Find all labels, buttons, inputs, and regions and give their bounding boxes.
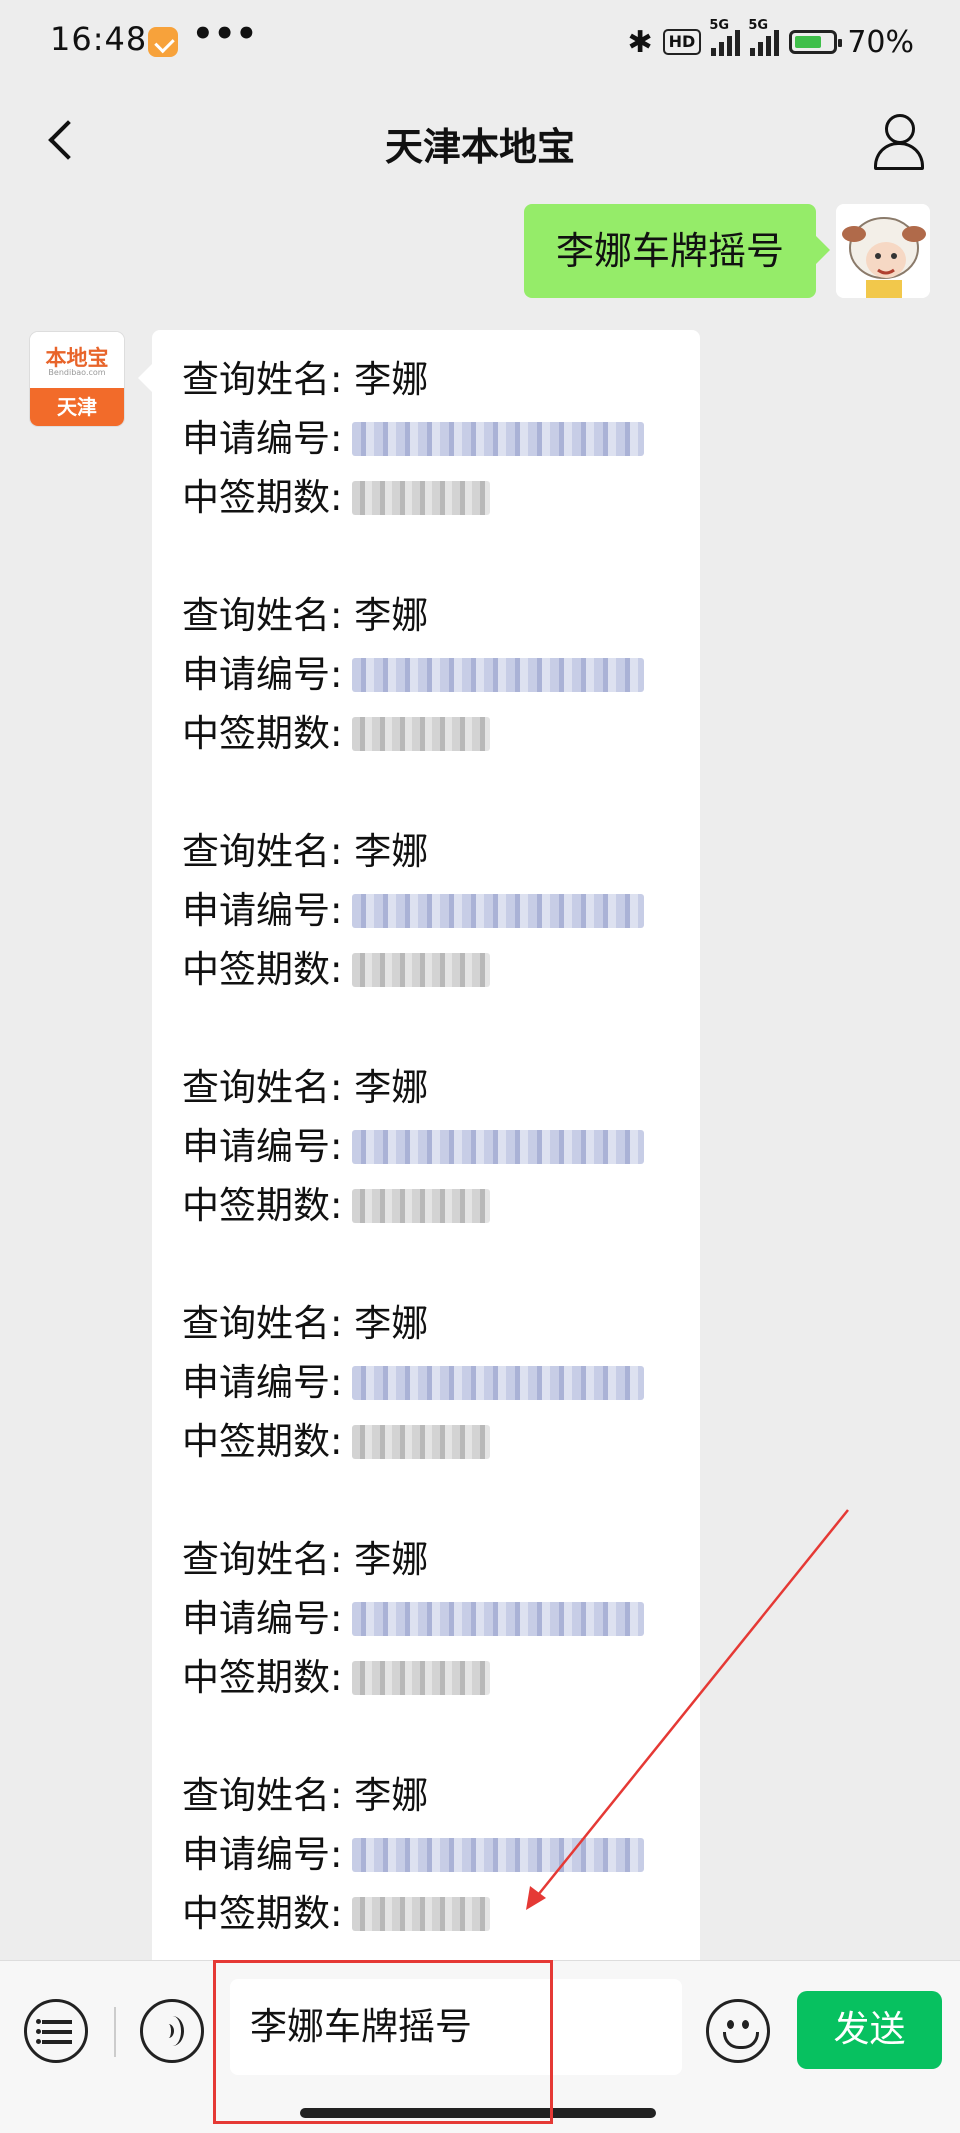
emoji-icon[interactable] (706, 1999, 770, 2063)
lottery-record: 查询姓名: 李娜 申请编号: 中签期数: (182, 822, 670, 999)
apply-number-label: 申请编号: (182, 889, 343, 932)
menu-list-icon[interactable] (24, 1999, 88, 2063)
blurred-apply-number (352, 893, 645, 928)
my-avatar[interactable] (836, 204, 930, 298)
signal-icon: 5G (709, 18, 741, 56)
name-value: 李娜 (354, 1538, 429, 1581)
blurred-period (352, 1188, 491, 1223)
name-label: 查询姓名: (182, 1066, 343, 1109)
period-label: 中签期数: (182, 948, 343, 991)
page-title: 天津本地宝 (384, 125, 575, 169)
message-input[interactable]: 李娜车牌摇号 (230, 1979, 682, 2075)
blurred-period (352, 480, 491, 515)
bot-avatar-city: 天津 (30, 388, 124, 426)
name-label: 查询姓名: (182, 1774, 343, 1817)
apply-number-label: 申请编号: (182, 417, 343, 460)
period-label: 中签期数: (182, 1892, 343, 1935)
send-button[interactable]: 发送 (797, 1991, 942, 2069)
period-label: 中签期数: (182, 1656, 343, 1699)
name-value: 李娜 (354, 594, 429, 637)
app-notification-icon (148, 27, 178, 57)
received-message-bubble[interactable]: 查询姓名: 李娜 申请编号: 中签期数: 查询姓名: 李娜 申请编号: 中签期数… (138, 330, 700, 1960)
period-label: 中签期数: (182, 1420, 343, 1463)
period-label: 中签期数: (182, 476, 343, 519)
apply-number-label: 申请编号: (182, 1361, 343, 1404)
name-label: 查询姓名: (182, 1302, 343, 1345)
signal-icon-2: 5G (748, 18, 780, 56)
chat-area[interactable]: 李娜车牌摇号 本地宝 Bendibao.com 天津 查询姓名: 李娜 申请编号… (0, 196, 960, 1960)
status-bar: 16:48 ••• ✱ HD 5G 5G 70% (0, 0, 960, 86)
sent-message-bubble[interactable]: 李娜车牌摇号 (523, 204, 831, 298)
blurred-apply-number (352, 657, 645, 692)
name-label: 查询姓名: (182, 594, 343, 637)
blurred-apply-number (352, 1601, 645, 1636)
blurred-apply-number (352, 1365, 645, 1400)
blurred-apply-number (352, 1129, 645, 1164)
name-value: 李娜 (354, 1774, 429, 1817)
status-indicators: ✱ HD 5G 5G 70% (627, 18, 915, 62)
lottery-record: 查询姓名: 李娜 申请编号: 中签期数: (182, 350, 670, 527)
lottery-record: 查询姓名: 李娜 申请编号: 中签期数: (182, 1530, 670, 1707)
lottery-record: 查询姓名: 李娜 申请编号: 中签期数: (182, 1294, 670, 1471)
apply-number-label: 申请编号: (182, 1833, 343, 1876)
blurred-apply-number (352, 421, 645, 456)
lottery-record: 查询姓名: 李娜 申请编号: 中签期数: (182, 1766, 670, 1943)
name-label: 查询姓名: (182, 1538, 343, 1581)
nav-bar: 天津本地宝 (0, 86, 960, 196)
divider (114, 2007, 116, 2057)
lottery-record: 查询姓名: 李娜 申请编号: 中签期数: (182, 1058, 670, 1235)
battery-icon (789, 30, 843, 54)
name-label: 查询姓名: (182, 830, 343, 873)
battery-percent: 70% (847, 24, 914, 60)
period-label: 中签期数: (182, 712, 343, 755)
name-value: 李娜 (354, 1302, 429, 1345)
apply-number-label: 申请编号: (182, 1597, 343, 1640)
apply-number-label: 申请编号: (182, 653, 343, 696)
bendibao-logo-sub: Bendibao.com (48, 368, 106, 377)
lottery-record: 查询姓名: 李娜 申请编号: 中签期数: (182, 586, 670, 763)
name-label: 查询姓名: (182, 358, 343, 401)
blurred-period (352, 1660, 491, 1695)
status-time: 16:48 (50, 20, 148, 58)
blurred-period (352, 716, 491, 751)
name-value: 李娜 (354, 1066, 429, 1109)
blurred-period (352, 1896, 491, 1931)
period-label: 中签期数: (182, 1184, 343, 1227)
more-notifications-indicator: ••• (192, 14, 258, 54)
blurred-apply-number (352, 1837, 645, 1872)
blurred-period (352, 952, 491, 987)
hd-badge: HD (662, 29, 702, 55)
user-profile-icon[interactable] (866, 108, 930, 172)
bluetooth-icon: ✱ (627, 24, 653, 60)
name-value: 李娜 (354, 830, 429, 873)
bot-avatar[interactable]: 本地宝 Bendibao.com 天津 (30, 332, 124, 426)
voice-icon[interactable] (140, 1999, 204, 2063)
apply-number-label: 申请编号: (182, 1125, 343, 1168)
name-value: 李娜 (354, 358, 429, 401)
home-indicator[interactable] (300, 2108, 656, 2118)
blurred-period (352, 1424, 491, 1459)
